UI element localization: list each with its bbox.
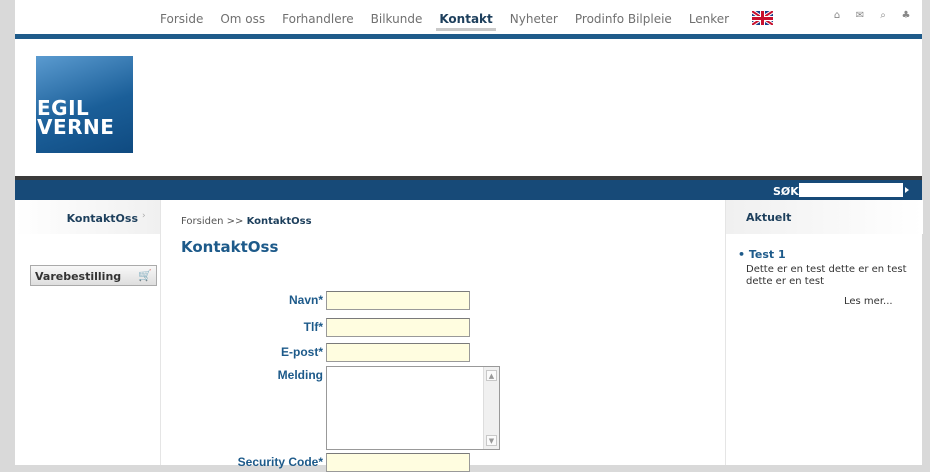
nav-prodinfo-bilpleie[interactable]: Prodinfo Bilpleie xyxy=(575,12,672,26)
right-column: Aktuelt Test 1 Dette er en test dette er… xyxy=(725,200,923,465)
nav-lenker[interactable]: Lenker xyxy=(689,12,729,26)
aktuelt-heading: Aktuelt xyxy=(726,200,923,234)
egil-verne-logo[interactable]: EGIL VERNE xyxy=(36,56,133,153)
aktuelt-title: Aktuelt xyxy=(746,211,792,224)
header-divider xyxy=(15,34,922,39)
nav-om-oss[interactable]: Om oss xyxy=(220,12,265,26)
textarea-scrollbar[interactable]: ▲ ▼ xyxy=(483,367,499,449)
nav-forside[interactable]: Forside xyxy=(160,12,203,26)
security-code-field[interactable] xyxy=(326,453,470,472)
melding-label: Melding xyxy=(277,368,323,382)
main-menu: Forside Om oss Forhandlere Bilkunde Kont… xyxy=(160,12,746,31)
epost-label: E-post* xyxy=(281,345,323,359)
chevron-right-icon: › xyxy=(142,211,146,221)
left-column: KontaktOss › Varebestilling 🛒 xyxy=(15,200,160,465)
navn-field[interactable] xyxy=(326,291,470,310)
navn-label: Navn* xyxy=(288,293,323,307)
search-input[interactable] xyxy=(799,183,903,197)
search-bar: SØK xyxy=(15,176,922,200)
breadcrumb-current: KontaktOss xyxy=(246,216,312,227)
epost-field[interactable] xyxy=(326,343,470,362)
nav-kontakt[interactable]: Kontakt xyxy=(436,12,497,31)
breadcrumb: Forsiden >> KontaktOss xyxy=(181,216,312,227)
search-submit-icon[interactable] xyxy=(905,187,909,193)
varebestilling-label: Varebestilling xyxy=(35,270,122,283)
scroll-down-icon[interactable]: ▼ xyxy=(486,435,497,446)
news-item-body: Dette er en test dette er en test dette … xyxy=(746,264,907,287)
page: Forside Om oss Forhandlere Bilkunde Kont… xyxy=(15,0,923,472)
varebestilling-button[interactable]: Varebestilling 🛒 xyxy=(30,265,157,286)
top-navigation: Forside Om oss Forhandlere Bilkunde Kont… xyxy=(15,0,922,34)
uk-flag-icon[interactable] xyxy=(752,11,773,25)
search-icon[interactable]: ⌕ xyxy=(876,10,890,21)
sitemap-icon[interactable]: ♣ xyxy=(899,10,913,21)
sidebar-item-label: KontaktOss xyxy=(66,212,138,225)
melding-textarea[interactable]: ▲ ▼ xyxy=(326,366,500,450)
main-content: Forsiden >> KontaktOss KontaktOss Navn* … xyxy=(160,200,725,472)
scroll-up-icon[interactable]: ▲ xyxy=(486,370,497,381)
nav-nyheter[interactable]: Nyheter xyxy=(510,12,558,26)
toolbar-icons: ⌂ ✉ ⌕ ♣ xyxy=(830,10,913,21)
sidebar-item-kontaktoss[interactable]: KontaktOss › xyxy=(15,200,160,234)
news-item-title[interactable]: Test 1 xyxy=(738,248,786,261)
read-more-link[interactable]: Les mer... xyxy=(844,296,893,307)
page-title: KontaktOss xyxy=(181,238,279,256)
mail-icon[interactable]: ✉ xyxy=(853,10,867,21)
tlf-label: Tlf* xyxy=(303,320,323,334)
breadcrumb-home[interactable]: Forsiden xyxy=(181,216,223,227)
search-label: SØK xyxy=(773,185,799,198)
nav-bilkunde[interactable]: Bilkunde xyxy=(371,12,423,26)
cart-icon: 🛒 xyxy=(138,269,152,282)
security-code-label: Security Code* xyxy=(237,455,323,469)
breadcrumb-separator: >> xyxy=(226,216,244,227)
home-icon[interactable]: ⌂ xyxy=(830,10,844,21)
tlf-field[interactable] xyxy=(326,318,470,337)
nav-forhandlere[interactable]: Forhandlere xyxy=(282,12,354,26)
